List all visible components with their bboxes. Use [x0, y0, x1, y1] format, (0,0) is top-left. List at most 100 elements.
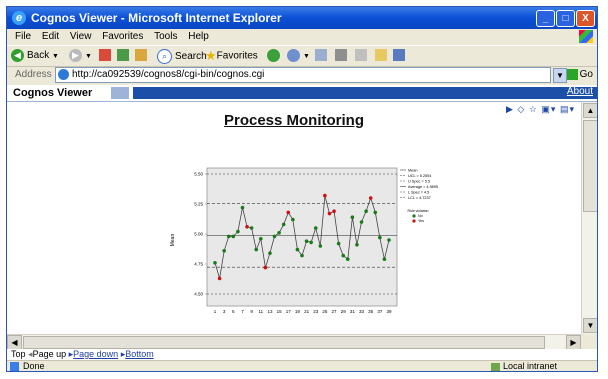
page-top: Top — [11, 349, 26, 359]
star-icon: ★ — [205, 48, 217, 63]
favorites-label: Favorites — [216, 50, 258, 62]
home-button[interactable] — [135, 49, 147, 63]
data-point — [300, 253, 304, 258]
data-point — [254, 247, 259, 252]
data-point — [231, 234, 236, 239]
x-tick-label: 13 — [267, 309, 273, 314]
go-button[interactable]: Go — [566, 69, 593, 80]
data-point — [222, 249, 226, 253]
edit-icon — [355, 49, 367, 62]
address-url: http://ca092539/cognos8/cgi-bin/cognos.c… — [72, 69, 265, 80]
status-bar: Done Local intranet — [7, 360, 597, 371]
stop-button[interactable] — [99, 49, 111, 63]
home-icon — [135, 49, 147, 62]
search-button[interactable]: ⌕ Search — [157, 49, 207, 64]
rule-legend-title: Rule violation — [407, 209, 428, 213]
history-icon — [287, 49, 300, 62]
refresh-button[interactable] — [117, 49, 129, 63]
violation-point — [327, 211, 332, 216]
print-button[interactable] — [335, 49, 347, 63]
messenger-icon — [393, 49, 405, 62]
menu-help[interactable]: Help — [188, 29, 209, 45]
search-label: Search — [175, 51, 207, 63]
horizontal-scrollbar[interactable]: ◀ ▶ — [7, 334, 581, 350]
control-chart-svg: Mean 4.504.755.005.255.50 1 3 5 7 9 11 13 15 17 1… — [162, 160, 452, 325]
close-button[interactable]: X — [576, 10, 595, 27]
security-zone: Local intranet — [490, 361, 557, 371]
about-link[interactable]: About — [567, 86, 593, 97]
vertical-scrollbar[interactable]: ▲ ▼ — [581, 102, 597, 334]
address-label: Address — [15, 69, 52, 80]
mail-icon — [315, 49, 327, 62]
zone-label: Local intranet — [502, 361, 557, 371]
x-tick-label: 31 — [350, 309, 356, 314]
x-tick-label: 17 — [286, 309, 292, 314]
viewer-banner — [133, 87, 597, 99]
y-tick-label: 4.50 — [194, 292, 203, 297]
messenger-button[interactable] — [393, 49, 405, 63]
refresh-icon — [117, 49, 129, 62]
legend-label: L Spec = 4.5 — [408, 191, 429, 195]
data-point — [387, 238, 391, 242]
menu-edit[interactable]: Edit — [42, 29, 59, 45]
plot-area — [206, 167, 398, 307]
back-label: Back — [27, 50, 50, 62]
folder-button[interactable] — [375, 49, 387, 63]
horizontal-scroll-thumb[interactable] — [23, 336, 545, 349]
history-button[interactable]: ▼ — [287, 49, 310, 63]
page-done-icon — [10, 362, 19, 371]
violation-point — [323, 193, 327, 198]
x-tick-label: 23 — [313, 309, 319, 314]
data-point — [249, 226, 254, 230]
back-button[interactable]: ◀ Back ▼ — [11, 49, 59, 63]
scroll-up-icon[interactable]: ▲ — [583, 103, 597, 118]
media-button[interactable] — [267, 49, 283, 63]
minimize-button[interactable]: _ — [536, 10, 555, 27]
toolbar: ◀ Back ▼ ▶ ▼ ⌕ Search ★Favorites ▼ — [7, 45, 597, 67]
windows-flag-icon — [579, 30, 593, 43]
page-navigation: Top ◂Page up ▸Page down ▸Bottom — [7, 349, 597, 360]
scroll-down-icon[interactable]: ▼ — [583, 318, 597, 333]
status-text: Done — [23, 361, 45, 371]
rule-legend-marker — [412, 219, 416, 223]
mail-button[interactable] — [315, 49, 327, 63]
menu-file[interactable]: File — [15, 29, 31, 45]
maximize-button[interactable]: □ — [556, 10, 575, 27]
browser-window: e Cognos Viewer - Microsoft Internet Exp… — [6, 6, 598, 372]
address-bar: Address http://ca092539/cognos8/cgi-bin/… — [7, 66, 597, 84]
violation-point — [368, 196, 373, 200]
violation-point — [332, 209, 336, 213]
address-input[interactable]: http://ca092539/cognos8/cgi-bin/cognos.c… — [55, 67, 551, 83]
legend-label: LCL = 4.7237 — [408, 196, 431, 200]
print-icon — [335, 49, 347, 62]
go-arrow-icon — [566, 69, 578, 80]
vertical-scroll-thumb[interactable] — [583, 120, 597, 212]
rule-legend-label: Yes — [418, 219, 424, 223]
viewer-tab-secondary — [111, 87, 129, 99]
favorites-button[interactable]: ★Favorites — [205, 49, 258, 63]
edit-button[interactable] — [355, 49, 367, 63]
data-point — [345, 257, 350, 261]
page-down-link[interactable]: Page down — [73, 349, 118, 359]
x-tick-label: 19 — [295, 309, 301, 314]
scroll-right-icon[interactable]: ▶ — [566, 335, 581, 350]
menu-favorites[interactable]: Favorites — [102, 29, 143, 45]
data-point — [281, 222, 286, 227]
data-point — [309, 240, 313, 245]
ie-logo-icon: e — [12, 11, 26, 25]
menu-view[interactable]: View — [70, 29, 92, 45]
forward-button[interactable]: ▶ ▼ — [69, 49, 92, 63]
violation-point — [263, 265, 268, 270]
folder-icon — [375, 49, 387, 62]
back-arrow-icon: ◀ — [11, 49, 24, 62]
address-dropdown-button[interactable]: ▼ — [553, 68, 567, 83]
menu-tools[interactable]: Tools — [154, 29, 177, 45]
data-point — [378, 235, 382, 240]
y-tick-label: 5.00 — [194, 232, 203, 237]
menu-bar: File Edit View Favorites Tools Help — [7, 29, 597, 45]
page-bottom-link[interactable]: Bottom — [125, 349, 154, 359]
stop-icon — [99, 49, 111, 62]
y-tick-label: 4.75 — [194, 262, 203, 267]
scroll-left-icon[interactable]: ◀ — [7, 335, 22, 350]
data-point — [226, 234, 231, 239]
